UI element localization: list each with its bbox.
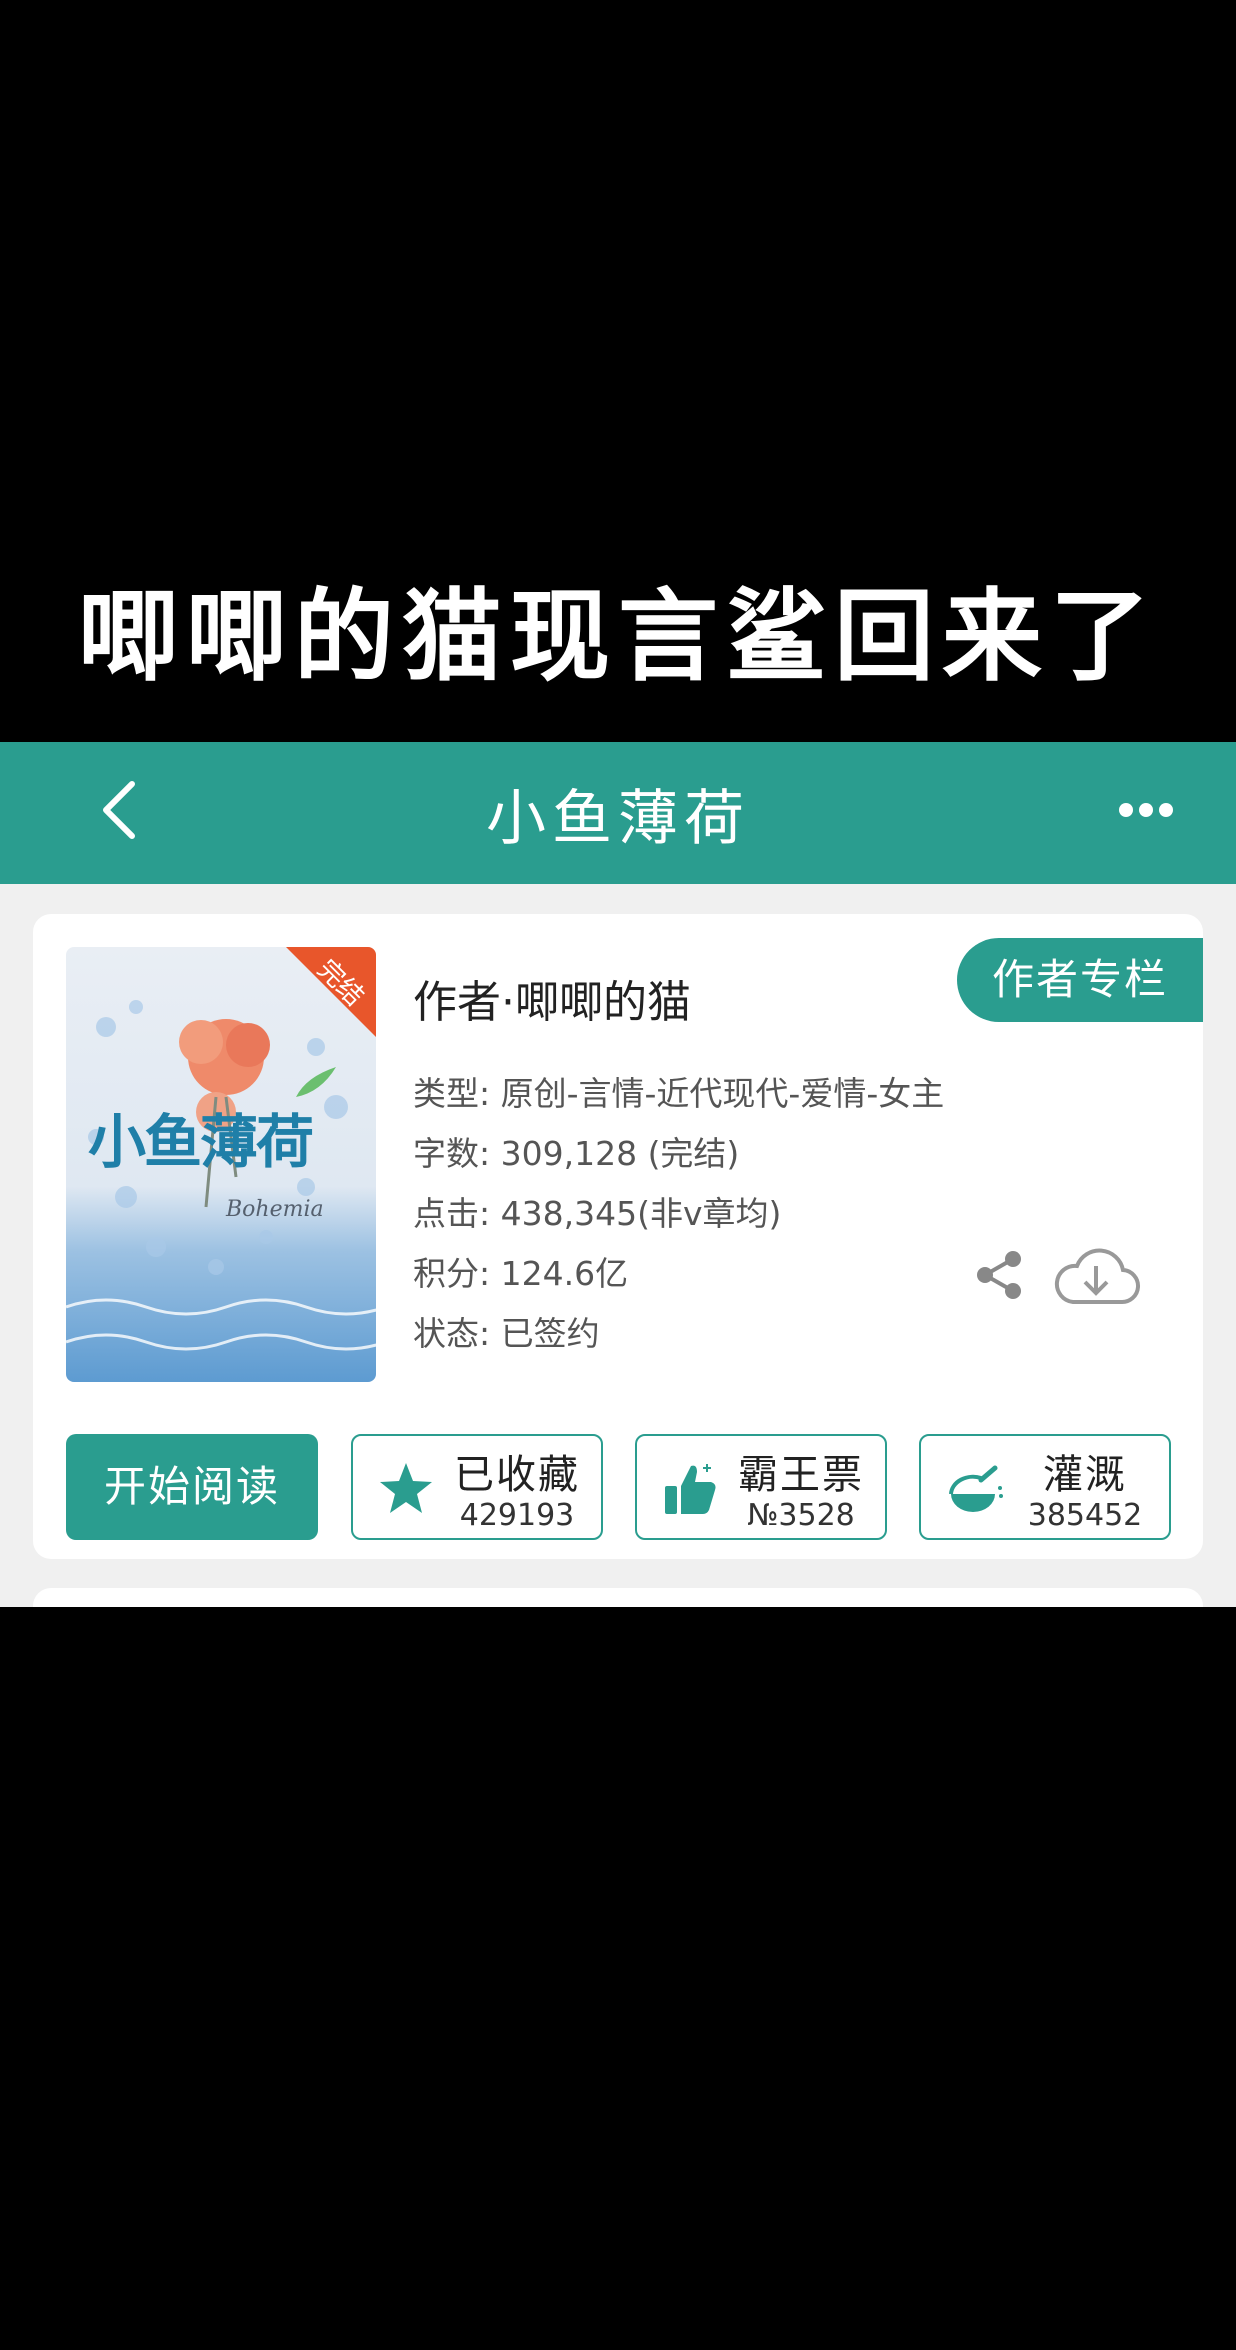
thumbs-up-icon <box>661 1460 719 1518</box>
watering-can-icon <box>945 1460 1003 1518</box>
star-icon <box>377 1460 435 1518</box>
favorite-label: 已收藏 <box>454 1452 580 1498</box>
author-column-button[interactable]: 作者专栏 <box>957 938 1203 1022</box>
app-screen: 小鱼薄荷 小鱼薄荷 Bohemia 完结 作者·唧唧的猫 作者专栏 类型: 原创… <box>0 742 1236 1607</box>
irrigate-button[interactable]: 灌溉 385452 <box>919 1434 1171 1540</box>
cloud-download-icon[interactable] <box>1051 1244 1141 1310</box>
cover-title: 小鱼薄荷 <box>88 1108 314 1176</box>
overlord-ticket-label: 霸王票 <box>738 1452 864 1498</box>
irrigate-label: 灌溉 <box>1043 1452 1127 1498</box>
start-reading-button[interactable]: 开始阅读 <box>66 1434 318 1540</box>
video-overlay-title: 唧唧的猫现言鲨回来了 <box>78 578 1158 695</box>
meta-type: 类型: 原创-言情-近代现代-爱情-女主 <box>413 1074 945 1113</box>
book-meta: 类型: 原创-言情-近代现代-爱情-女主 字数: 309,128 (完结) 点击… <box>413 1064 944 1364</box>
overlord-ticket-button[interactable]: 霸王票 №3528 <box>635 1434 887 1540</box>
nav-bar: 小鱼薄荷 <box>0 742 1236 884</box>
book-info-card: 小鱼薄荷 Bohemia 完结 作者·唧唧的猫 作者专栏 类型: 原创-言情-近… <box>33 914 1203 1559</box>
meta-score: 积分: 124.6亿 <box>413 1254 629 1293</box>
overlord-ticket-rank: №3528 <box>747 1498 855 1533</box>
share-icon[interactable] <box>973 1249 1025 1301</box>
irrigate-count: 385452 <box>1027 1498 1143 1533</box>
more-dots-icon[interactable] <box>1118 800 1174 820</box>
next-section-card <box>33 1588 1203 1607</box>
cover-signature: Bohemia <box>226 1197 324 1222</box>
favorite-count: 429193 <box>459 1498 575 1533</box>
meta-clicks: 点击: 438,345(非v章均) <box>413 1194 782 1233</box>
author-name[interactable]: 作者·唧唧的猫 <box>413 966 691 1030</box>
page-title: 小鱼薄荷 <box>486 784 750 854</box>
meta-status: 状态: 已签约 <box>413 1314 600 1353</box>
book-cover[interactable]: 小鱼薄荷 Bohemia 完结 <box>66 947 376 1382</box>
meta-word-count: 字数: 309,128 (完结) <box>413 1134 740 1173</box>
favorite-button[interactable]: 已收藏 429193 <box>351 1434 603 1540</box>
